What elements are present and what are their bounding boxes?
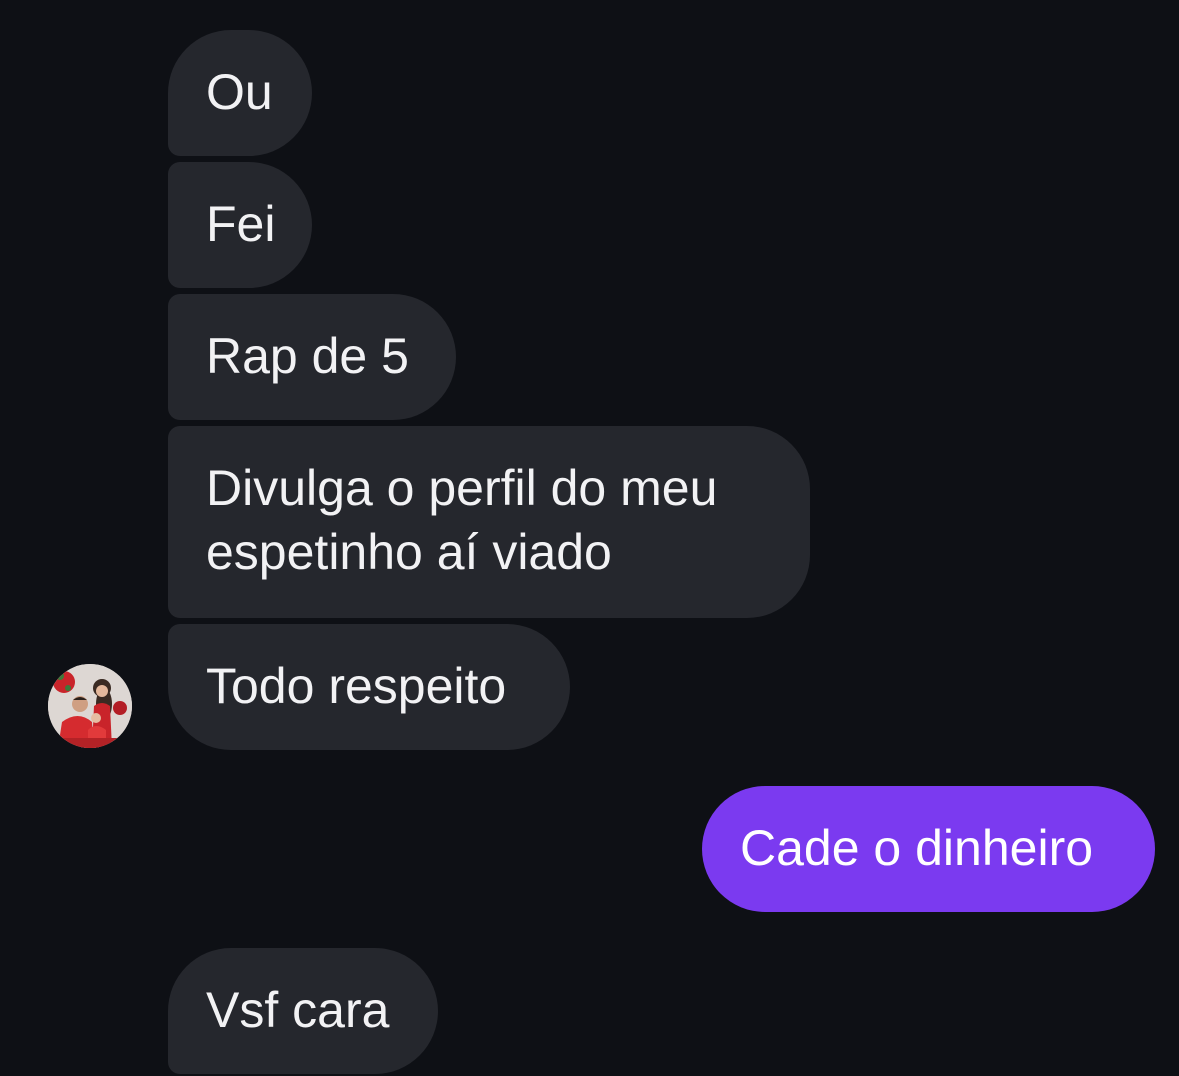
message-bubble-incoming[interactable]: Vsf cara [168, 948, 438, 1074]
message-bubble-incoming[interactable]: Ou [168, 30, 312, 156]
message-bubble-incoming[interactable]: Rap de 5 [168, 294, 456, 420]
message-bubble-incoming[interactable]: Fei [168, 162, 312, 288]
message-bubble-incoming[interactable]: Todo respeito [168, 624, 570, 750]
contact-avatar[interactable] [48, 664, 132, 748]
avatar-photo-icon [48, 664, 132, 748]
message-bubble-incoming[interactable]: Divulga o perfil do meu espetinho aí via… [168, 426, 810, 618]
message-bubble-outgoing[interactable]: Cade o dinheiro [702, 786, 1155, 912]
